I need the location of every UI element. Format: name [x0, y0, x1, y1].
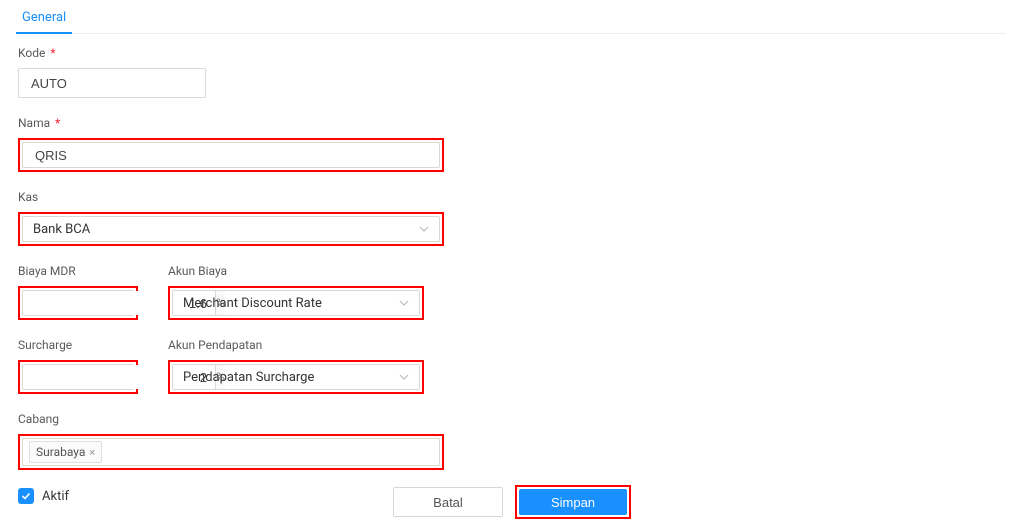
- form: Kode * Nama * Kas: [0, 34, 1024, 504]
- label-akun-pendapatan: Akun Pendapatan: [168, 338, 424, 352]
- label-cabang: Cabang: [18, 412, 444, 426]
- label-nama: Nama *: [18, 116, 444, 130]
- chevron-down-icon: [419, 224, 429, 234]
- nama-input-wrap[interactable]: [22, 142, 440, 168]
- kas-select[interactable]: Bank BCA: [22, 216, 440, 242]
- required-marker: *: [55, 116, 60, 130]
- cabang-select[interactable]: Surabaya ×: [22, 438, 440, 466]
- label-kas: Kas: [18, 190, 444, 204]
- akun-pendapatan-selected-value: Pendapatan Surcharge: [183, 370, 314, 385]
- label-biaya-mdr: Biaya MDR: [18, 264, 138, 278]
- chevron-down-icon: [399, 372, 409, 382]
- close-icon[interactable]: ×: [89, 446, 95, 459]
- biaya-mdr-input-wrap[interactable]: %: [22, 290, 134, 316]
- label-kode-text: Kode: [18, 46, 45, 60]
- label-nama-text: Nama: [18, 116, 50, 130]
- save-button[interactable]: Simpan: [519, 489, 627, 515]
- akun-pendapatan-select[interactable]: Pendapatan Surcharge: [172, 364, 420, 390]
- nama-input[interactable]: [33, 143, 429, 167]
- akun-biaya-select[interactable]: Merchant Discount Rate: [172, 290, 420, 316]
- label-surcharge: Surcharge: [18, 338, 138, 352]
- surcharge-input-wrap[interactable]: %: [22, 364, 134, 390]
- label-akun-biaya: Akun Biaya: [168, 264, 424, 278]
- kode-input-wrap[interactable]: [18, 68, 206, 98]
- footer: Batal Simpan: [0, 476, 1024, 528]
- kas-selected-value: Bank BCA: [33, 222, 90, 237]
- chevron-down-icon: [399, 298, 409, 308]
- cabang-tag-label: Surabaya: [36, 445, 85, 459]
- cancel-button[interactable]: Batal: [393, 487, 503, 517]
- akun-biaya-selected-value: Merchant Discount Rate: [183, 296, 322, 311]
- tab-general[interactable]: General: [18, 0, 70, 33]
- cabang-tag[interactable]: Surabaya ×: [29, 441, 102, 463]
- tabs: General: [18, 0, 1006, 34]
- label-kode: Kode *: [18, 46, 206, 60]
- kode-input[interactable]: [29, 69, 195, 97]
- required-marker: *: [50, 46, 55, 60]
- simpan-highlight: Simpan: [515, 485, 631, 519]
